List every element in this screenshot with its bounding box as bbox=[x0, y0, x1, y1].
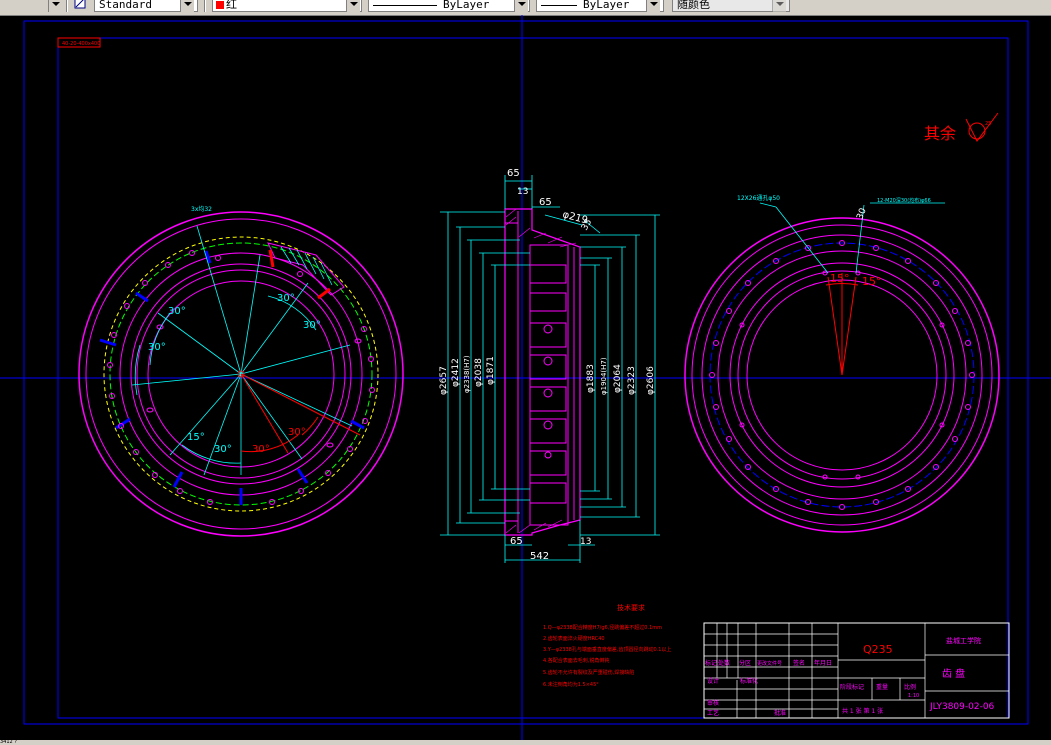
linetype-select[interactable]: ByLayer bbox=[368, 0, 530, 12]
lineweight-dropdown-arrow[interactable] bbox=[646, 0, 660, 12]
angle-label: 30° bbox=[277, 293, 295, 304]
title-label: 阶段标记 bbox=[840, 683, 864, 691]
angle-label: 30° bbox=[168, 306, 186, 317]
text-style-dropdown-arrow[interactable] bbox=[180, 0, 194, 12]
text-style-icon bbox=[74, 0, 86, 12]
title-label: 设计 bbox=[707, 677, 719, 685]
toolbar-separator bbox=[204, 0, 206, 12]
title-label: 比例 bbox=[904, 683, 916, 691]
lineweight-select[interactable]: ByLayer bbox=[536, 0, 664, 12]
red-color-swatch bbox=[216, 1, 224, 9]
angle-label: 15° bbox=[862, 275, 882, 288]
title-school: 盐城工学院 bbox=[946, 636, 981, 645]
diameter-label: φ2323 bbox=[627, 366, 637, 395]
dimension-label: 542 bbox=[530, 551, 549, 562]
section-view: 65 13 65 φ219 35 65 542 13 φ2657 φ2412 φ… bbox=[439, 168, 660, 563]
tech-note: 4.各配合表面去毛刺,锐角倒钝 bbox=[543, 657, 609, 664]
title-label: 签名 bbox=[793, 659, 805, 667]
diameter-label: φ2412 bbox=[451, 358, 461, 387]
dimension-label: 65 bbox=[507, 168, 520, 179]
diameter-label: φ1871 bbox=[486, 356, 496, 385]
diameter-label: φ2606 bbox=[646, 366, 656, 395]
title-label: 重量 bbox=[876, 683, 888, 691]
angle-label: 30° bbox=[148, 342, 166, 353]
roughness-symbol-icon bbox=[965, 112, 999, 142]
left-view-label: 3x均32 bbox=[191, 205, 212, 213]
title-label: 工艺 bbox=[707, 709, 719, 717]
plot-style-dropdown-arrow[interactable] bbox=[772, 0, 786, 12]
status-bar: 3412 ? bbox=[0, 740, 1051, 745]
angle-label: 30° bbox=[252, 444, 270, 455]
angle-label: 15° bbox=[187, 432, 205, 443]
toolbar-separator bbox=[66, 0, 68, 12]
drawing-canvas[interactable]: 40-20-400x400 其余 25 3x均32 30° 30° 30° 30… bbox=[0, 15, 1051, 740]
angle-label: 15° bbox=[830, 272, 850, 285]
tech-note: 5.齿轮不允许有裂纹及严重碰伤,焊接缺陷 bbox=[543, 669, 634, 676]
title-sheet-count: 共 1 张 第 1 张 bbox=[842, 707, 883, 715]
angle-label: 30° bbox=[288, 427, 306, 438]
title-label: 分区 bbox=[739, 659, 751, 667]
right-view-label: 12-M20深30(均布)φ66 bbox=[877, 197, 931, 204]
left-front-view: 3x均32 30° 30° 30° 30° 15° 30° 30° 30° bbox=[78, 205, 404, 537]
title-label: 审核 bbox=[707, 699, 719, 707]
diameter-label: φ2038 bbox=[474, 358, 484, 387]
title-label: 更改文件号 bbox=[757, 660, 782, 667]
corner-tag: 40-20-400x400 bbox=[62, 41, 100, 47]
tech-notes-title: 技术要求 bbox=[617, 603, 645, 612]
right-back-view: 12X26通孔φ50 12-M20深30(均布)φ66 15° 15° 30 bbox=[684, 194, 1000, 533]
title-drawing-number: JLY3809-02-06 bbox=[929, 702, 995, 712]
linetype-dropdown-arrow[interactable] bbox=[514, 0, 528, 12]
tech-note: 6.未注倒角均为1.5×45° bbox=[543, 681, 599, 688]
title-label: 标记 bbox=[705, 659, 717, 667]
title-label: 批准 bbox=[774, 709, 786, 717]
diameter-label: φ1883 bbox=[586, 364, 596, 393]
diameter-label: φ2064 bbox=[613, 364, 623, 393]
dimension-label: 13 bbox=[580, 537, 591, 547]
dimension-label: 65 bbox=[510, 536, 523, 547]
roughness-text: 其余 bbox=[924, 124, 956, 143]
title-label: 标准化 bbox=[740, 677, 758, 685]
diameter-label: φ2338(H7) bbox=[463, 355, 471, 393]
technical-requirements: 技术要求 1.Q—φ2338配合精度H7/g6,径跳偏差不超过0.1mm 2.齿… bbox=[543, 603, 671, 688]
dimension-label: 65 bbox=[539, 197, 552, 208]
title-part-name: 齿 盘 bbox=[942, 667, 965, 680]
title-label: 处数 bbox=[718, 659, 730, 667]
tech-note: 1.Q—φ2338配合精度H7/g6,径跳偏差不超过0.1mm bbox=[543, 624, 662, 631]
coordinate-readout: 3412 ? bbox=[0, 739, 17, 745]
properties-toolbar: Standard 红 ByLayer ByLayer 随颜色 bbox=[0, 0, 1051, 16]
diameter-label: φ1904(H7) bbox=[600, 357, 608, 395]
diameter-label: φ2657 bbox=[439, 366, 449, 395]
angle-label: 30° bbox=[214, 444, 232, 455]
title-material: Q235 bbox=[863, 643, 893, 656]
angle-label: 30° bbox=[303, 320, 321, 331]
color-select[interactable]: 红 bbox=[212, 0, 362, 12]
lineweight-sample bbox=[541, 4, 577, 6]
color-dropdown-arrow[interactable] bbox=[346, 0, 360, 12]
right-view-label: 12X26通孔φ50 bbox=[737, 194, 780, 202]
dimension-label: 13 bbox=[517, 187, 528, 197]
tech-note: 3.Y—φ2338孔与端面垂直度偏差,齿顶圆径向跳动0.1以上 bbox=[543, 646, 671, 653]
crosshair-lines bbox=[0, 15, 1051, 740]
tech-note: 2.齿轮表面淬火硬度HRC40 bbox=[543, 635, 605, 642]
prev-dropdown-arrow[interactable] bbox=[48, 0, 62, 12]
title-label: 年月日 bbox=[814, 659, 832, 667]
linetype-sample bbox=[373, 4, 437, 6]
roughness-value: 25 bbox=[985, 121, 991, 127]
title-block: Q235 盐城工学院 齿 盘 JLY3809-02-06 1:10 标记 处数 … bbox=[703, 622, 1010, 719]
dimension-label: 30 bbox=[855, 207, 868, 221]
title-scale: 1:10 bbox=[908, 693, 919, 699]
sheet-border bbox=[23, 20, 1029, 725]
